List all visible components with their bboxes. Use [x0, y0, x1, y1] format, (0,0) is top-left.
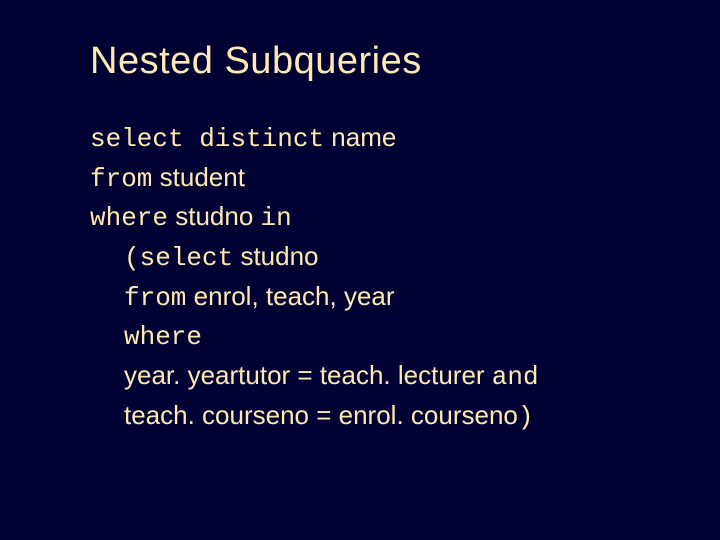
- sql-line-4: (select studno: [90, 238, 660, 278]
- sql-line-8: teach. courseno = enrol. courseno): [90, 397, 660, 437]
- sql-line-2: from student: [90, 159, 660, 199]
- kw-in: in: [261, 203, 292, 233]
- sql-line-5: from enrol, teach, year: [90, 278, 660, 318]
- sql-line-1: select distinct name: [90, 119, 660, 159]
- sql-line-7: year. yeartutor = teach. lecturer and: [90, 357, 660, 397]
- kw-from: from: [90, 164, 152, 194]
- sql-line-3: where studno in: [90, 198, 660, 238]
- table-student: student: [152, 162, 245, 192]
- col-studno-inner: studno: [233, 241, 318, 271]
- kw-space: [184, 124, 200, 154]
- paren-open: (: [124, 243, 140, 273]
- kw-from-inner: from: [124, 283, 186, 313]
- kw-select-inner: select: [140, 243, 234, 273]
- slide-title: Nested Subqueries: [90, 40, 660, 83]
- paren-close: ): [518, 402, 534, 432]
- sql-line-6: where: [90, 317, 660, 357]
- kw-where-inner: where: [124, 322, 202, 352]
- sql-block: select distinct name from student where …: [90, 119, 660, 437]
- kw-and: and: [492, 362, 539, 392]
- tables-inner: enrol, teach, year: [186, 281, 394, 311]
- cond-1: year. yeartutor = teach. lecturer: [124, 360, 492, 390]
- kw-distinct: distinct: [199, 124, 324, 154]
- kw-select: select: [90, 124, 184, 154]
- slide: Nested Subqueries select distinct name f…: [0, 0, 720, 540]
- cond-2: teach. courseno = enrol. courseno: [124, 400, 518, 430]
- kw-where: where: [90, 203, 168, 233]
- col-name: name: [324, 122, 396, 152]
- col-studno: studno: [168, 201, 261, 231]
